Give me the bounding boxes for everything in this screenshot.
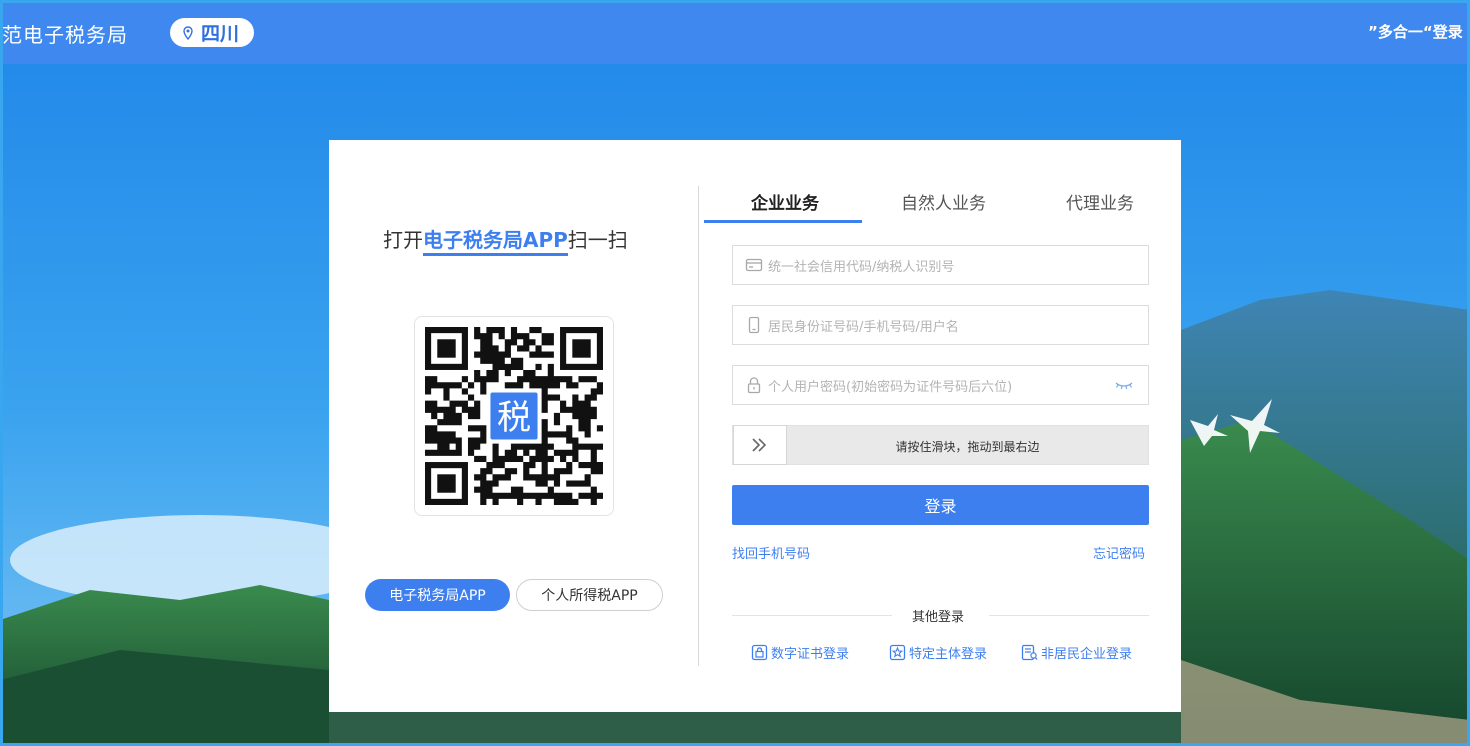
scan-prefix: 打开	[383, 228, 423, 252]
qr-center-glyph: 税	[497, 398, 531, 438]
credit-code-input[interactable]: 统一社会信用代码/纳税人识别号	[732, 245, 1149, 285]
marquee-notice: ”多合一“登录	[1368, 23, 1463, 41]
non-resident-enterprise-login[interactable]: 非居民企业登录	[1021, 643, 1132, 662]
forgot-password-link[interactable]: 忘记密码	[1093, 543, 1145, 562]
tab-individual[interactable]: 自然人业务	[901, 189, 986, 214]
top-header: 范电子税务局 四川 ”多合一“登录	[0, 0, 1470, 64]
tab-agency[interactable]: 代理业务	[1066, 189, 1134, 214]
double-chevron-right-icon	[752, 438, 767, 452]
qr-finder-pattern	[425, 327, 468, 370]
other-login-label: 其他登录	[912, 610, 965, 625]
slider-captcha: 请按住滑块，拖动到最右边	[732, 425, 1149, 465]
non-resident-enterprise-label: 非居民企业登录	[1041, 647, 1133, 662]
account-placeholder: 居民身份证号码/手机号码/用户名	[768, 319, 959, 335]
iit-app-button[interactable]: 个人所得税APP	[516, 579, 663, 611]
site-title: 范电子税务局	[2, 23, 128, 47]
enterprise-document-icon	[1021, 644, 1038, 661]
password-input[interactable]: 个人用户密码(初始密码为证件号码后六位)	[732, 365, 1149, 405]
login-card: 打开电子税务局APP扫一扫 税 电子税务局APP 个人所得税APP 企业业务 自…	[329, 140, 1181, 712]
account-input[interactable]: 居民身份证号码/手机号码/用户名	[732, 305, 1149, 345]
login-button[interactable]: 登录	[732, 485, 1149, 525]
scan-instruction: 打开电子税务局APP扫一扫	[383, 224, 628, 256]
digital-certificate-login[interactable]: 数字证书登录	[751, 643, 849, 662]
tab-enterprise[interactable]: 企业业务	[751, 189, 819, 214]
star-badge-icon	[889, 644, 906, 661]
password-placeholder: 个人用户密码(初始密码为证件号码后六位)	[768, 379, 1013, 395]
slider-instruction: 请按住滑块，拖动到最右边	[895, 440, 1040, 454]
etax-app-button[interactable]: 电子税务局APP	[365, 579, 510, 611]
scan-suffix: 扫一扫	[567, 228, 628, 252]
qr-code: 税	[414, 316, 614, 516]
scan-app-name: 电子税务局APP	[423, 228, 568, 256]
region-label: 四川	[201, 23, 240, 45]
divider-left	[732, 615, 892, 616]
eye-closed-icon[interactable]	[1114, 377, 1134, 393]
qr-finder-pattern	[560, 327, 603, 370]
specific-entity-login[interactable]: 特定主体登录	[889, 643, 987, 662]
location-pin-icon	[183, 25, 193, 40]
recover-phone-link[interactable]: 找回手机号码	[732, 543, 810, 562]
slider-handle[interactable]	[733, 425, 787, 465]
divider-right	[989, 615, 1149, 616]
region-selector[interactable]: 四川	[170, 18, 254, 47]
phone-icon	[748, 316, 760, 334]
digital-certificate-label: 数字证书登录	[771, 647, 850, 662]
vertical-divider	[698, 186, 699, 666]
certificate-icon	[751, 644, 768, 661]
lock-icon	[747, 377, 761, 394]
specific-entity-label: 特定主体登录	[909, 647, 988, 662]
credit-code-placeholder: 统一社会信用代码/纳税人识别号	[768, 259, 955, 275]
qr-finder-pattern	[425, 462, 468, 505]
qr-code-image: 税	[425, 327, 603, 505]
id-card-icon	[745, 258, 763, 272]
active-tab-indicator	[704, 220, 862, 223]
